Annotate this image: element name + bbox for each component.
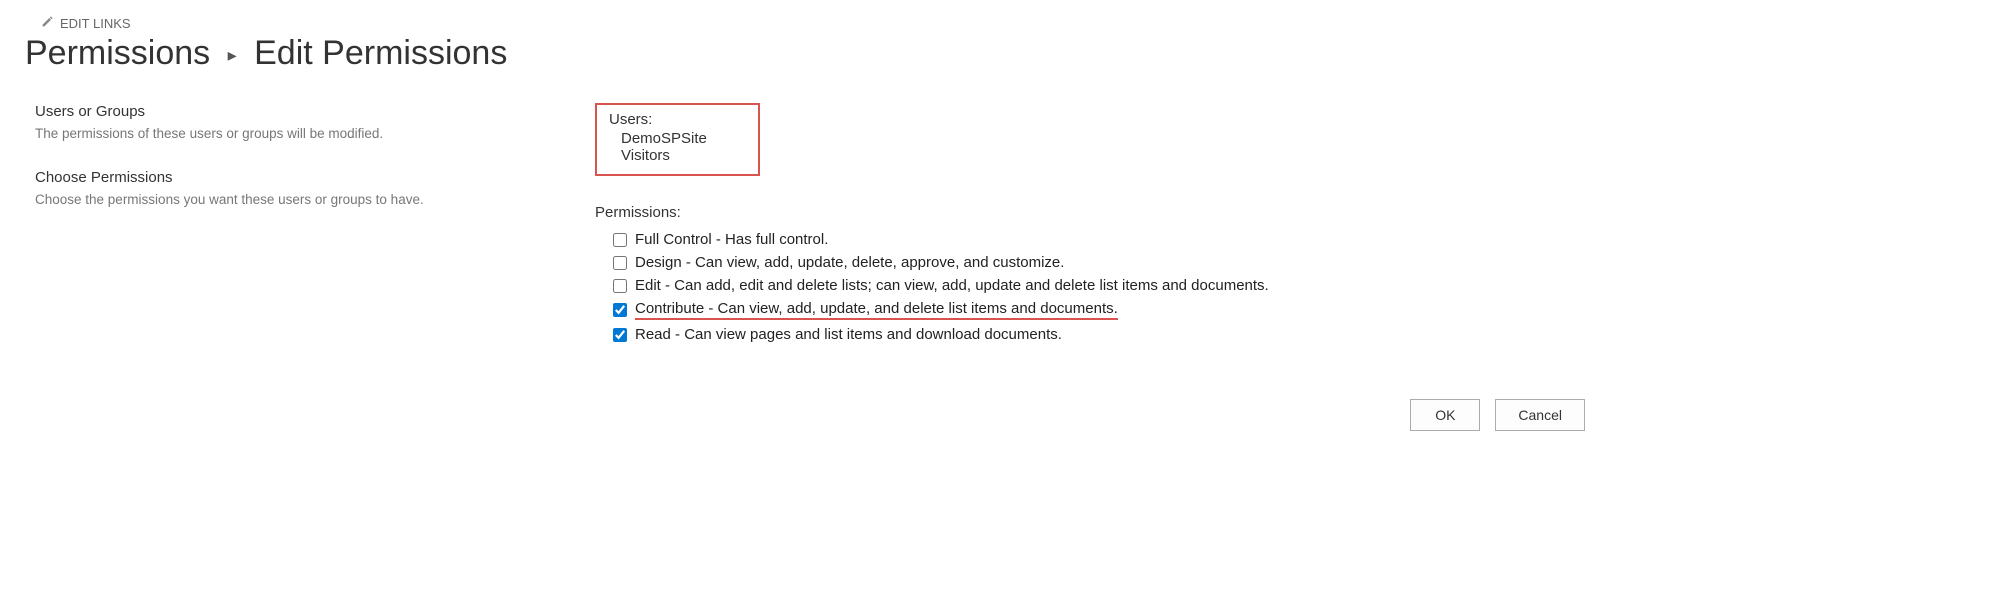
permission-checkbox[interactable] [613, 328, 627, 342]
permissions-list: Full Control - Has full control. Design -… [613, 231, 1975, 343]
permission-checkbox[interactable] [613, 303, 627, 317]
permission-label: Full Control - Has full control. [635, 231, 828, 248]
permission-label: Read - Can view pages and list items and… [635, 326, 1062, 343]
choose-permissions-heading: Choose Permissions [35, 169, 575, 186]
permission-item[interactable]: Contribute - Can view, add, update, and … [613, 300, 1975, 320]
users-box: Users: DemoSPSite Visitors [595, 103, 760, 176]
chevron-right-icon: ▸ [228, 45, 237, 66]
users-groups-desc: The permissions of these users or groups… [35, 126, 575, 141]
cancel-button[interactable]: Cancel [1495, 399, 1585, 431]
users-groups-heading: Users or Groups [35, 103, 575, 120]
choose-permissions-desc: Choose the permissions you want these us… [35, 192, 575, 207]
pencil-icon [40, 15, 54, 32]
permission-checkbox[interactable] [613, 233, 627, 247]
edit-links-label: EDIT LINKS [60, 16, 131, 31]
users-label: Users: [609, 111, 746, 128]
breadcrumb-current: Edit Permissions [254, 34, 507, 72]
breadcrumb-parent[interactable]: Permissions [25, 34, 210, 72]
permission-checkbox[interactable] [613, 279, 627, 293]
permission-label: Contribute - Can view, add, update, and … [635, 300, 1118, 320]
ok-button[interactable]: OK [1410, 399, 1480, 431]
permissions-label: Permissions: [595, 204, 1975, 221]
permission-label: Edit - Can add, edit and delete lists; c… [635, 277, 1269, 294]
edit-links-link[interactable]: EDIT LINKS [40, 15, 1975, 32]
page-title: Permissions ▸ Edit Permissions [25, 34, 1975, 73]
permission-item[interactable]: Read - Can view pages and list items and… [613, 326, 1975, 343]
users-value: DemoSPSite Visitors [621, 130, 746, 164]
permission-item[interactable]: Edit - Can add, edit and delete lists; c… [613, 277, 1975, 294]
permission-label: Design - Can view, add, update, delete, … [635, 254, 1064, 271]
permission-item[interactable]: Full Control - Has full control. [613, 231, 1975, 248]
permission-item[interactable]: Design - Can view, add, update, delete, … [613, 254, 1975, 271]
permission-checkbox[interactable] [613, 256, 627, 270]
